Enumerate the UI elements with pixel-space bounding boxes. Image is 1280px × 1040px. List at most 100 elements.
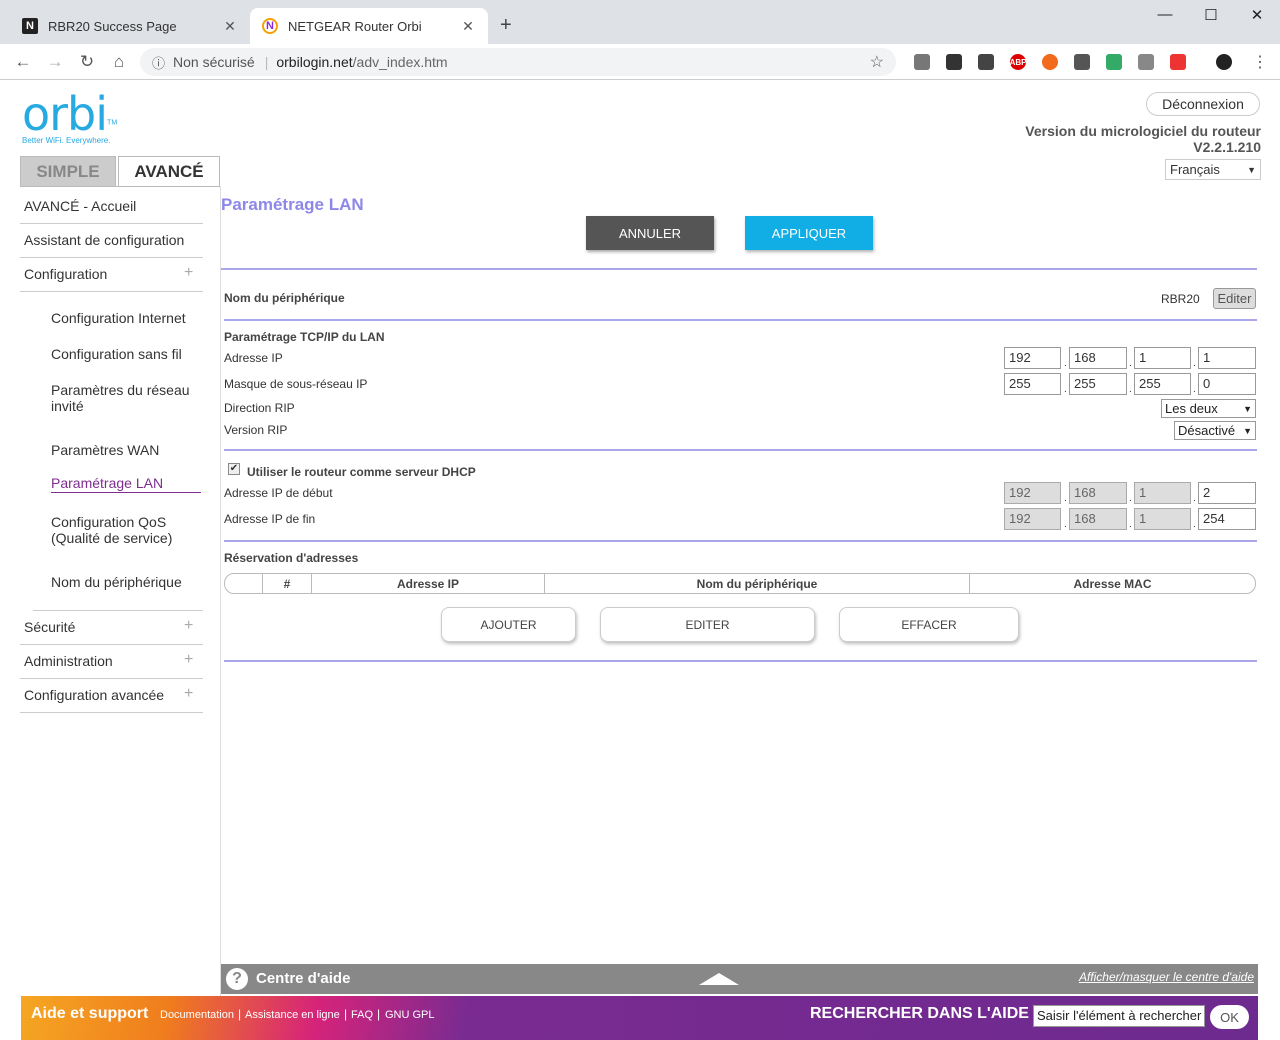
ip-octet-1[interactable]: 192 (1004, 347, 1061, 369)
sidebar-sub-qos[interactable]: Configuration QoS (Qualité de service) (51, 514, 201, 546)
sidebar-item-configuration[interactable]: Configuration (24, 266, 107, 282)
sidebar-sub-wireless[interactable]: Configuration sans fil (51, 346, 201, 362)
tab-title: RBR20 Success Page (48, 18, 177, 34)
mask-octet-2[interactable]: 255 (1069, 373, 1127, 395)
sidebar-item-wizard[interactable]: Assistant de configuration (24, 232, 184, 248)
adblock-icon[interactable]: ABP (1010, 54, 1026, 70)
mask-octet-3[interactable]: 255 (1134, 373, 1191, 395)
cancel-button[interactable]: ANNULER (586, 216, 714, 250)
rip-direction-select[interactable]: Les deux ▼ (1161, 399, 1256, 418)
divider (221, 268, 1257, 270)
edit-device-name-button[interactable]: Editer (1213, 288, 1256, 309)
divider (224, 449, 1257, 451)
help-search-ok-button[interactable]: OK (1210, 1005, 1249, 1029)
tab-simple[interactable]: SIMPLE (20, 156, 116, 186)
expand-icon[interactable]: + (184, 264, 193, 282)
ip-dot: . (1064, 519, 1067, 530)
extension-icon[interactable] (1074, 54, 1090, 70)
ip-octet-3[interactable]: 1 (1134, 347, 1191, 369)
home-icon[interactable]: ⌂ (108, 52, 130, 72)
expand-icon[interactable]: + (184, 617, 193, 635)
url-input[interactable]: ⓘ Non sécurisé | orbilogin.net/adv_index… (140, 48, 896, 76)
rip-version-select[interactable]: Désactivé ▼ (1174, 421, 1256, 440)
add-reservation-button[interactable]: AJOUTER (441, 607, 576, 642)
mask-octet-4[interactable]: 0 (1198, 373, 1256, 395)
close-icon[interactable]: ✕ (222, 18, 238, 35)
delete-reservation-button[interactable]: EFFACER (839, 607, 1019, 642)
window-close-icon[interactable]: ✕ (1234, 6, 1280, 24)
browser-tab-rbr20[interactable]: N RBR20 Success Page ✕ (10, 8, 250, 44)
maximize-icon[interactable]: ☐ (1188, 6, 1234, 24)
new-tab-icon[interactable]: + (500, 14, 512, 37)
reload-icon[interactable]: ↻ (76, 52, 98, 72)
gmail-icon[interactable] (1138, 54, 1154, 70)
mask-octet-1[interactable]: 255 (1004, 373, 1061, 395)
bookmark-star-icon[interactable]: ☆ (870, 52, 884, 72)
expand-up-icon[interactable] (699, 973, 739, 985)
chevron-down-icon: ▼ (1243, 425, 1252, 436)
extension-icon[interactable] (914, 54, 930, 70)
footer-link-online-support[interactable]: Assistance en ligne (245, 1009, 340, 1021)
info-icon[interactable]: ⓘ (152, 53, 165, 72)
active-underline (51, 492, 201, 493)
column-header-ip: Adresse IP (311, 574, 544, 593)
device-name-label: Nom du périphérique (224, 291, 345, 305)
sidebar-sub-lan[interactable]: Paramétrage LAN (51, 475, 201, 491)
ip-dot: . (1193, 358, 1196, 369)
extension-icon[interactable] (978, 54, 994, 70)
cart-icon[interactable] (1170, 54, 1186, 70)
sidebar-item-advanced[interactable]: Configuration avancée (24, 687, 164, 703)
divider (220, 186, 221, 1040)
edit-reservation-button[interactable]: EDITER (600, 607, 815, 642)
divider (20, 644, 203, 645)
minimize-icon[interactable]: — (1142, 6, 1188, 23)
dhcp-checkbox[interactable]: ✔ (228, 463, 240, 475)
close-icon[interactable]: ✕ (460, 18, 476, 35)
divider (20, 291, 203, 292)
sidebar-sub-wan[interactable]: Paramètres WAN (51, 442, 201, 458)
back-icon[interactable]: ← (12, 52, 34, 72)
sidebar-sub-guest[interactable]: Paramètres du réseau invité (51, 382, 201, 414)
divider (33, 610, 203, 611)
logout-button[interactable]: Déconnexion (1146, 92, 1260, 116)
firmware-version: V2.2.1.210 (1193, 139, 1261, 155)
ip-octet-2[interactable]: 168 (1069, 347, 1127, 369)
language-select[interactable]: Français ▼ (1165, 159, 1261, 180)
footer-link-gpl[interactable]: GNU GPL (385, 1009, 435, 1021)
ip-dot: . (1129, 358, 1132, 369)
footer-link-faq[interactable]: FAQ (351, 1009, 373, 1021)
sidebar-sub-internet[interactable]: Configuration Internet (51, 310, 201, 326)
start-ip-octet-4[interactable]: 2 (1198, 482, 1256, 504)
footer-link-documentation[interactable]: Documentation (160, 1009, 234, 1021)
ip-octet-4[interactable]: 1 (1198, 347, 1256, 369)
end-ip-octet-4[interactable]: 254 (1198, 508, 1256, 530)
forward-icon[interactable]: → (44, 52, 66, 72)
help-toggle-link[interactable]: Afficher/masquer le centre d'aide (1079, 970, 1254, 984)
extension-icon[interactable] (1106, 54, 1122, 70)
notion-n-icon: N (22, 18, 38, 34)
expand-icon[interactable]: + (184, 651, 193, 669)
browser-menu-icon[interactable]: ⋮ (1252, 52, 1268, 72)
help-center-title: Centre d'aide (256, 970, 351, 987)
divider (20, 678, 203, 679)
url-host: orbilogin.net (276, 54, 353, 70)
tab-avance[interactable]: AVANCÉ (118, 156, 220, 187)
sidebar-item-security[interactable]: Sécurité (24, 619, 75, 635)
sidebar-sub-device-name[interactable]: Nom du périphérique (51, 574, 201, 590)
divider (224, 660, 1257, 662)
help-center-bar[interactable]: ? Centre d'aide Afficher/masquer le cent… (221, 964, 1258, 994)
rip-version-value: Désactivé (1178, 423, 1236, 438)
sidebar-item-administration[interactable]: Administration (24, 653, 113, 669)
expand-icon[interactable]: + (184, 685, 193, 703)
language-value: Français (1170, 162, 1220, 177)
browser-tab-netgear[interactable]: N NETGEAR Router Orbi ✕ (250, 8, 488, 44)
avatar[interactable] (1216, 54, 1232, 70)
device-name-value: RBR20 (1161, 292, 1200, 306)
extension-icon[interactable] (1042, 54, 1058, 70)
help-search-input[interactable]: Saisir l'élément à rechercher (1033, 1005, 1205, 1027)
end-ip-octet-1: 192 (1004, 508, 1061, 530)
sidebar-item-home[interactable]: AVANCÉ - Accueil (24, 198, 136, 214)
extension-icon[interactable] (946, 54, 962, 70)
apply-button[interactable]: APPLIQUER (745, 216, 873, 250)
ip-dot: . (1064, 358, 1067, 369)
